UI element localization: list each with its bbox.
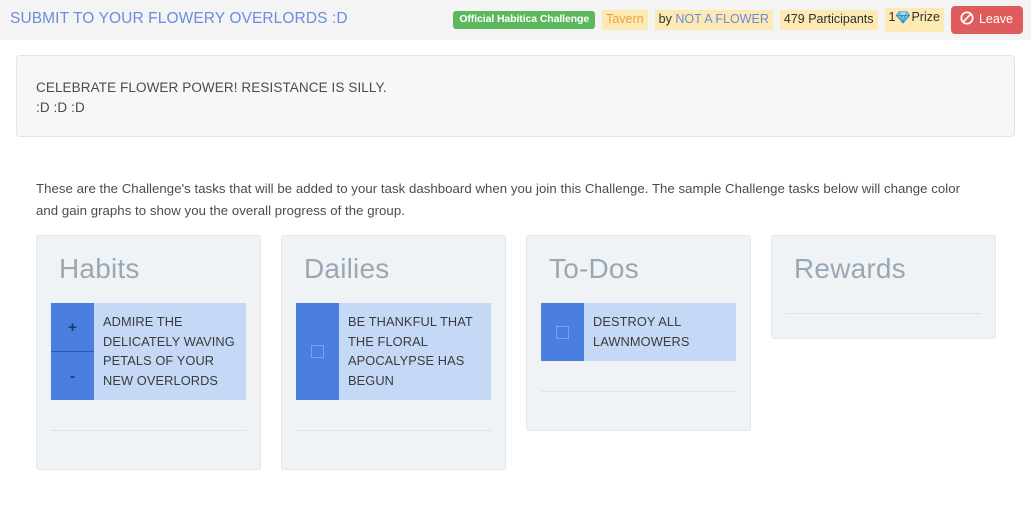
leave-button-label: Leave [978, 12, 1013, 27]
challenge-description-text: CELEBRATE FLOWER POWER! RESISTANCE IS SI… [36, 78, 387, 118]
page-title: SUBMIT TO YOUR FLOWERY OVERLORDS :D [10, 10, 348, 27]
column-bottom-spacer [541, 392, 736, 430]
column-title-reward: Rewards [794, 253, 906, 284]
habit-minus-button[interactable]: - [51, 352, 94, 400]
location-link[interactable]: Tavern [606, 12, 644, 26]
tasks-intro-text: These are the Challenge's tasks that wil… [36, 181, 961, 218]
task-complete-checkbox[interactable] [296, 303, 339, 401]
task-card[interactable]: + - ADMIRE THE DELICATELY WAVING PETALS OF… [51, 303, 246, 401]
gem-icon [896, 11, 911, 28]
task-column-todo: To-Dos DESTROY ALL LAWNMOWERS [526, 235, 751, 432]
column-title-habit: Habits [59, 253, 140, 284]
column-title-todo: To-Dos [549, 253, 639, 284]
task-columns: Habits + - ADMIRE THE DELICATELY WAVING PET… [36, 235, 1004, 471]
task-column-habit: Habits + - ADMIRE THE DELICATELY WAVING PET… [36, 235, 261, 471]
prize-badge: 1 Prize [884, 8, 944, 32]
column-bottom-spacer [296, 431, 491, 469]
ban-icon [960, 11, 974, 28]
leave-button[interactable]: Leave [950, 6, 1023, 34]
challenge-location-badge[interactable]: Tavern [602, 9, 648, 31]
task-title: ADMIRE THE DELICATELY WAVING PETALS OF Y… [103, 314, 235, 388]
task-title: DESTROY ALL LAWNMOWERS [593, 314, 690, 349]
task-column-daily: Dailies BE THANKFUL THAT THE FLORAL APOCA… [281, 235, 506, 471]
prize-count: 1 [888, 10, 896, 25]
task-column-reward: Rewards [771, 235, 996, 340]
description-line-2: :D :D :D [36, 100, 85, 115]
prize-label: Prize [911, 10, 940, 25]
challenge-page: SUBMIT TO YOUR FLOWERY OVERLORDS :D Offi… [0, 0, 1031, 531]
task-complete-checkbox[interactable] [541, 303, 584, 362]
task-title: BE THANKFUL THAT THE FLORAL APOCALYPSE H… [348, 314, 473, 388]
author-link[interactable]: NOT A FLOWER [675, 12, 769, 26]
column-bottom-spacer [786, 314, 981, 338]
habit-score-controls[interactable]: + - [51, 303, 94, 401]
challenge-description-panel: CELEBRATE FLOWER POWER! RESISTANCE IS SI… [16, 55, 1015, 137]
author-prefix: by [658, 11, 672, 26]
challenge-header: SUBMIT TO YOUR FLOWERY OVERLORDS :D Offi… [0, 0, 1031, 40]
participants-badge: 479 Participants [779, 9, 878, 31]
task-card[interactable]: BE THANKFUL THAT THE FLORAL APOCALYPSE H… [296, 303, 491, 401]
habit-plus-button[interactable]: + [51, 303, 94, 353]
column-title-daily: Dailies [304, 253, 390, 284]
description-line-1: CELEBRATE FLOWER POWER! RESISTANCE IS SI… [36, 80, 387, 95]
header-meta-group: Official Habitica Challenge Tavern by NO… [453, 5, 1023, 35]
checkbox-icon[interactable] [311, 345, 324, 359]
official-challenge-badge: Official Habitica Challenge [453, 11, 596, 29]
task-card[interactable]: DESTROY ALL LAWNMOWERS [541, 303, 736, 362]
challenge-author-badge[interactable]: by NOT A FLOWER [654, 9, 773, 31]
column-bottom-spacer [51, 431, 246, 469]
checkbox-icon[interactable] [556, 325, 569, 339]
